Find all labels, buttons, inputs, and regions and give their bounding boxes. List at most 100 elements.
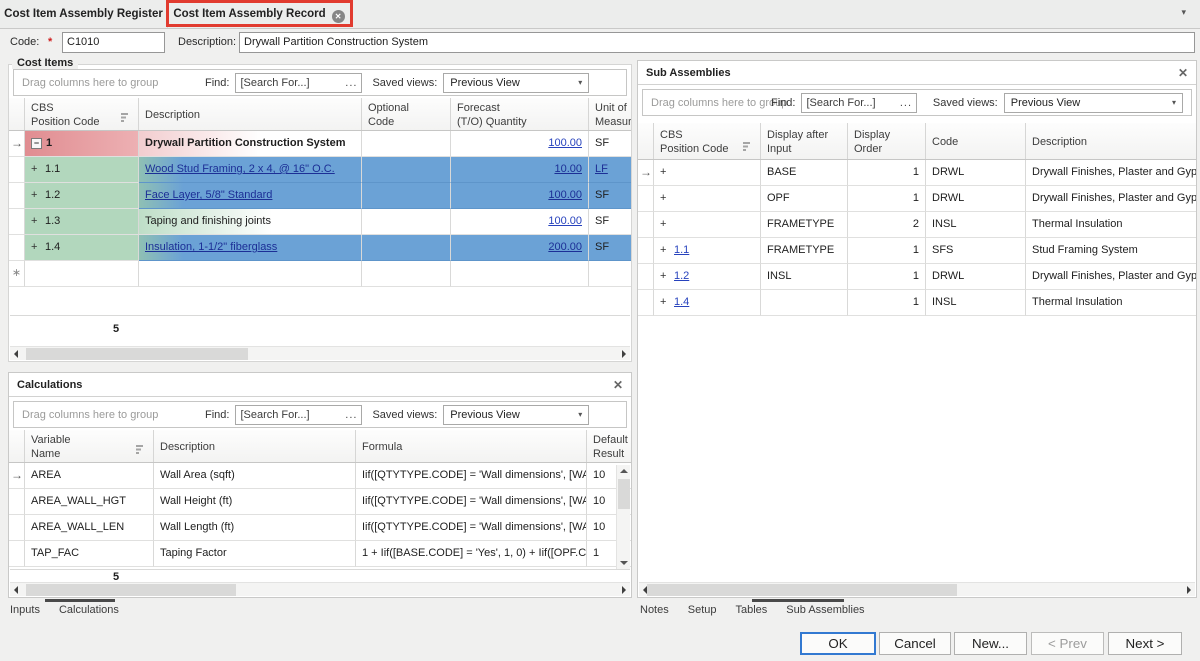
uom-cell[interactable]: SF xyxy=(589,183,631,209)
description-cell[interactable]: Thermal Insulation xyxy=(1026,290,1196,316)
uom-cell[interactable]: SF xyxy=(589,131,631,157)
description-cell[interactable]: Face Layer, 5/8" Standard xyxy=(139,183,362,209)
quantity-link[interactable]: 200.00 xyxy=(548,241,582,253)
description-cell[interactable]: Wall Height (ft) xyxy=(154,489,356,515)
table-row[interactable]: TAP_FAC Taping Factor 1 + Iif([BASE.CODE… xyxy=(9,541,631,567)
table-row[interactable]: AREA_WALL_HGT Wall Height (ft) Iif([QTYT… xyxy=(9,489,631,515)
column-header-optional-code[interactable]: Optional Code xyxy=(362,98,451,130)
close-icon[interactable]: ✕ xyxy=(613,378,623,392)
display-order-cell[interactable]: 1 xyxy=(848,290,926,316)
tab-tables[interactable]: Tables xyxy=(736,604,768,616)
more-icon[interactable]: ... xyxy=(339,77,357,89)
scrollbar-thumb[interactable] xyxy=(618,479,630,509)
position-code-cell[interactable]: + xyxy=(654,160,761,186)
quantity-link[interactable]: 100.00 xyxy=(548,137,582,149)
tab-cost-item-assembly-register[interactable]: Cost Item Assembly Register xyxy=(0,0,168,28)
position-code-cell[interactable] xyxy=(25,261,139,287)
expand-icon[interactable]: + xyxy=(660,238,674,263)
scroll-down-icon[interactable] xyxy=(620,561,628,565)
table-row[interactable]: +1.1 Wood Stud Framing, 2 x 4, @ 16" O.C… xyxy=(9,157,631,183)
variable-name-cell[interactable]: AREA xyxy=(25,463,154,489)
description-cell[interactable]: Insulation, 1-1/2" fiberglass xyxy=(139,235,362,261)
column-header-code[interactable]: Code xyxy=(926,123,1026,159)
display-order-cell[interactable]: 2 xyxy=(848,212,926,238)
table-row[interactable]: + OPF 1 DRWL Drywall Finishes, Plaster a… xyxy=(638,186,1196,212)
description-cell[interactable]: Thermal Insulation xyxy=(1026,212,1196,238)
uom-link[interactable]: LF xyxy=(595,163,608,175)
horizontal-scrollbar[interactable] xyxy=(10,346,630,360)
description-cell[interactable]: Drywall Partition Construction System xyxy=(139,131,362,157)
display-order-cell[interactable]: 1 xyxy=(848,160,926,186)
description-cell[interactable]: Taping and finishing joints xyxy=(139,209,362,235)
table-row[interactable]: → AREA Wall Area (sqft) Iif([QTYTYPE.COD… xyxy=(9,463,631,489)
display-after-input-cell[interactable]: FRAMETYPE xyxy=(761,238,848,264)
scrollbar-thumb[interactable] xyxy=(647,584,957,596)
uom-cell[interactable]: LF xyxy=(589,157,631,183)
next-button[interactable]: Next > xyxy=(1108,632,1182,655)
expand-icon[interactable]: + xyxy=(31,157,45,182)
quantity-cell[interactable]: 100.00 xyxy=(451,209,589,235)
code-cell[interactable]: DRWL xyxy=(926,264,1026,290)
column-header-display-order[interactable]: Display Order xyxy=(848,123,926,159)
position-code-cell[interactable]: +1.3 xyxy=(25,209,139,235)
position-code-cell[interactable]: + xyxy=(654,212,761,238)
position-code-cell[interactable]: +1.1 xyxy=(25,157,139,183)
description-cell[interactable] xyxy=(139,261,362,287)
group-by-hint[interactable]: Drag columns here to group xyxy=(651,97,771,109)
description-cell[interactable]: Wall Area (sqft) xyxy=(154,463,356,489)
close-icon[interactable]: ✕ xyxy=(1178,66,1188,80)
quantity-cell[interactable]: 200.00 xyxy=(451,235,589,261)
description-cell[interactable]: Stud Framing System xyxy=(1026,238,1196,264)
description-link[interactable]: Insulation, 1-1/2" fiberglass xyxy=(145,241,277,253)
uom-cell[interactable]: SF xyxy=(589,235,631,261)
vertical-scrollbar[interactable] xyxy=(616,465,630,569)
code-cell[interactable]: DRWL xyxy=(926,186,1026,212)
optional-code-cell[interactable] xyxy=(362,235,451,261)
formula-cell[interactable]: Iif([QTYTYPE.CODE] = 'Wall dimensions', … xyxy=(356,463,587,489)
formula-cell[interactable]: 1 + Iif([BASE.CODE] = 'Yes', 1, 0) + Iif… xyxy=(356,541,587,567)
display-order-cell[interactable]: 1 xyxy=(848,186,926,212)
table-row[interactable]: +1.4 Insulation, 1-1/2" fiberglass 200.0… xyxy=(9,235,631,261)
table-row[interactable]: AREA_WALL_LEN Wall Length (ft) Iif([QTYT… xyxy=(9,515,631,541)
search-input[interactable]: [Search For...] ... xyxy=(801,93,917,113)
expand-icon[interactable]: + xyxy=(660,160,674,185)
position-code-cell[interactable]: +1.1 xyxy=(654,238,761,264)
horizontal-scrollbar[interactable] xyxy=(10,582,630,596)
optional-code-cell[interactable] xyxy=(362,183,451,209)
table-row[interactable]: → + BASE 1 DRWL Drywall Finishes, Plaste… xyxy=(638,160,1196,186)
code-cell[interactable]: INSL xyxy=(926,290,1026,316)
expand-icon[interactable]: + xyxy=(660,212,674,237)
tab-close-icon[interactable]: ✕ xyxy=(332,10,345,23)
display-after-input-cell[interactable]: FRAMETYPE xyxy=(761,212,848,238)
table-row[interactable]: → −1 Drywall Partition Construction Syst… xyxy=(9,131,631,157)
formula-cell[interactable]: Iif([QTYTYPE.CODE] = 'Wall dimensions', … xyxy=(356,515,587,541)
code-cell[interactable]: SFS xyxy=(926,238,1026,264)
expand-icon[interactable]: + xyxy=(660,290,674,315)
column-header-cbs-position-code[interactable]: CBS Position Code xyxy=(654,123,761,159)
variable-name-cell[interactable]: TAP_FAC xyxy=(25,541,154,567)
scroll-left-icon[interactable] xyxy=(14,350,18,358)
description-link[interactable]: Wood Stud Framing, 2 x 4, @ 16" O.C. xyxy=(145,163,335,175)
more-icon[interactable]: ... xyxy=(339,409,357,421)
group-by-hint[interactable]: Drag columns here to group xyxy=(22,409,205,421)
table-row[interactable]: + FRAMETYPE 2 INSL Thermal Insulation xyxy=(638,212,1196,238)
description-cell[interactable]: Wall Length (ft) xyxy=(154,515,356,541)
column-header-formula[interactable]: Formula xyxy=(356,430,587,462)
variable-name-cell[interactable]: AREA_WALL_LEN xyxy=(25,515,154,541)
expand-icon[interactable]: + xyxy=(31,235,45,260)
scroll-left-icon[interactable] xyxy=(14,586,18,594)
optional-code-cell[interactable] xyxy=(362,261,451,287)
column-header-cbs-position-code[interactable]: CBS Position Code xyxy=(25,98,139,130)
scroll-right-icon[interactable] xyxy=(622,350,626,358)
ok-button[interactable]: OK xyxy=(800,632,876,655)
search-input[interactable]: [Search For...] ... xyxy=(235,405,362,425)
uom-cell[interactable]: SF xyxy=(589,209,631,235)
display-order-cell[interactable]: 1 xyxy=(848,238,926,264)
position-code-cell[interactable]: +1.4 xyxy=(654,290,761,316)
position-link[interactable]: 1.2 xyxy=(674,270,689,282)
column-header-forecast-quantity[interactable]: Forecast (T/O) Quantity xyxy=(451,98,589,130)
code-input[interactable]: C1010 xyxy=(62,32,165,53)
column-header-description[interactable]: Description xyxy=(139,98,362,130)
description-cell[interactable]: Drywall Finishes, Plaster and Gypsum xyxy=(1026,264,1196,290)
expand-icon[interactable]: + xyxy=(660,186,674,211)
